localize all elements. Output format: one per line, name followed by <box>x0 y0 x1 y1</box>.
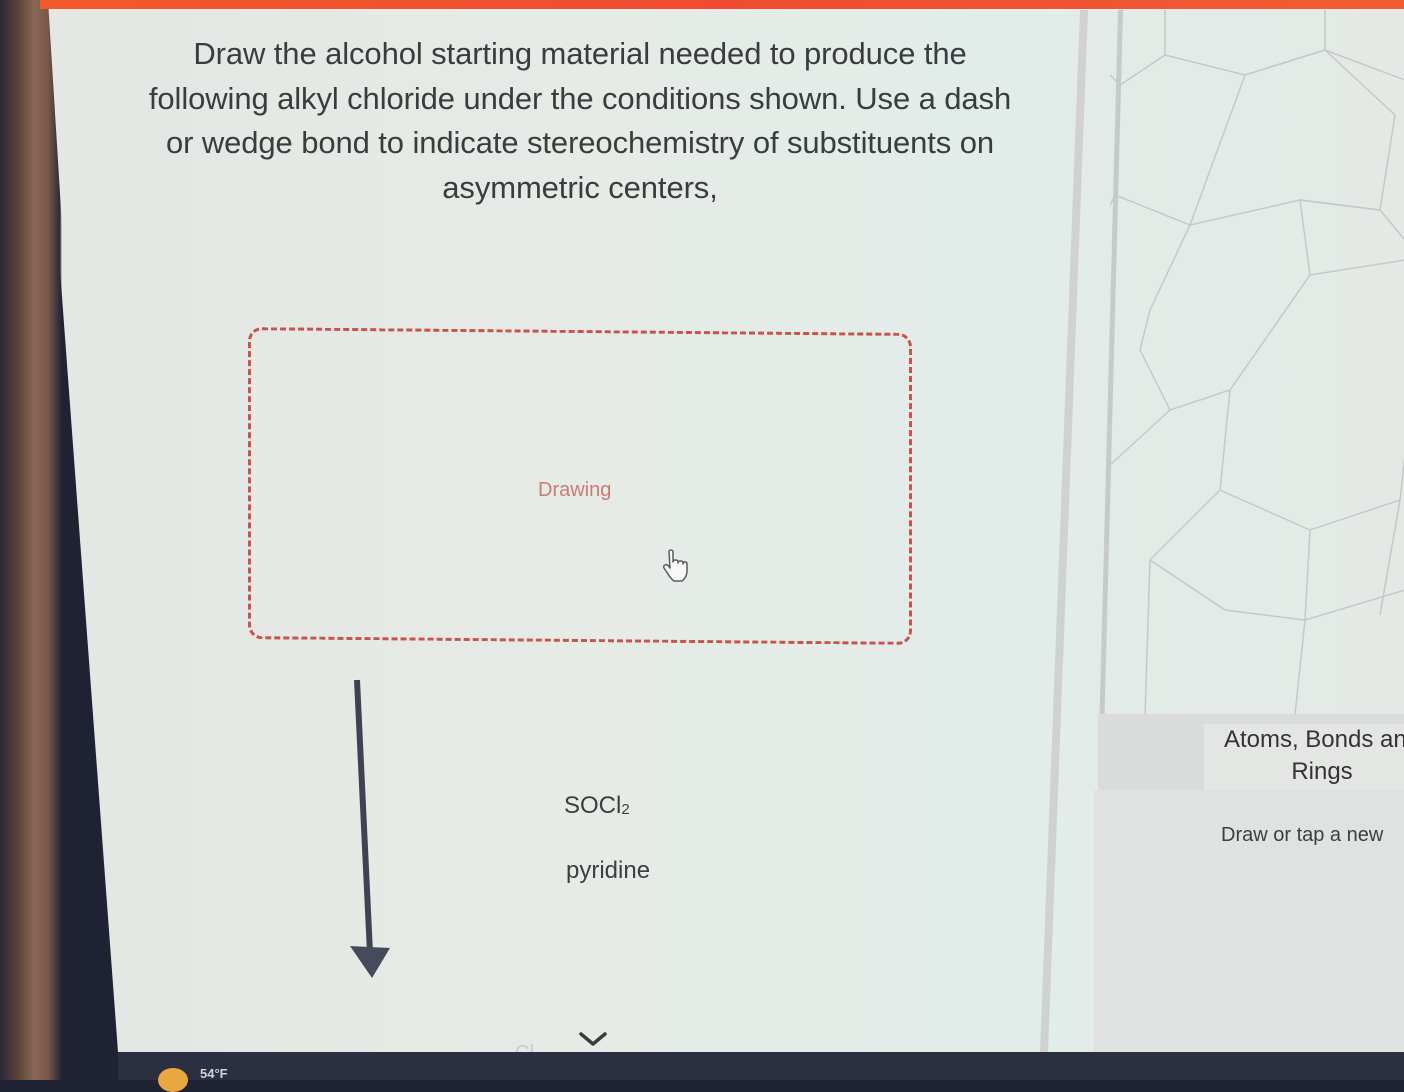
header-accent-bar <box>40 0 1404 9</box>
taskbar <box>118 1052 1404 1080</box>
question-prompt: Draw the alcohol starting material neede… <box>100 32 1060 210</box>
reaction-arrow <box>350 679 390 978</box>
question-line: or wedge bond to indicate stereochemistr… <box>165 125 995 160</box>
sun-icon[interactable] <box>158 1068 188 1092</box>
chevron-down-icon[interactable] <box>578 1030 608 1050</box>
drawing-area-label: Drawing <box>538 479 612 501</box>
hexagon-grid-lines <box>1110 10 1404 715</box>
hand-pointer-icon <box>662 549 688 582</box>
ring-template-grid[interactable] <box>1110 10 1404 715</box>
reagent-formula: SOCl <box>564 792 622 819</box>
question-line: asymmetric centers, <box>442 169 718 205</box>
weather-temperature[interactable]: 54°F <box>200 1066 228 1081</box>
panel-hint: Draw or tap a new <box>1221 824 1384 846</box>
question-line: Draw the alcohol starting material neede… <box>193 36 967 71</box>
reagent-subscript: 2 <box>621 801 630 818</box>
reagent-socl2: SOCl2 <box>564 792 630 820</box>
panel-title: Atoms, Bonds and Rings <box>1223 726 1404 785</box>
reagent-pyridine: pyridine <box>566 857 651 884</box>
question-line: following alkyl chloride under the condi… <box>148 80 1012 116</box>
